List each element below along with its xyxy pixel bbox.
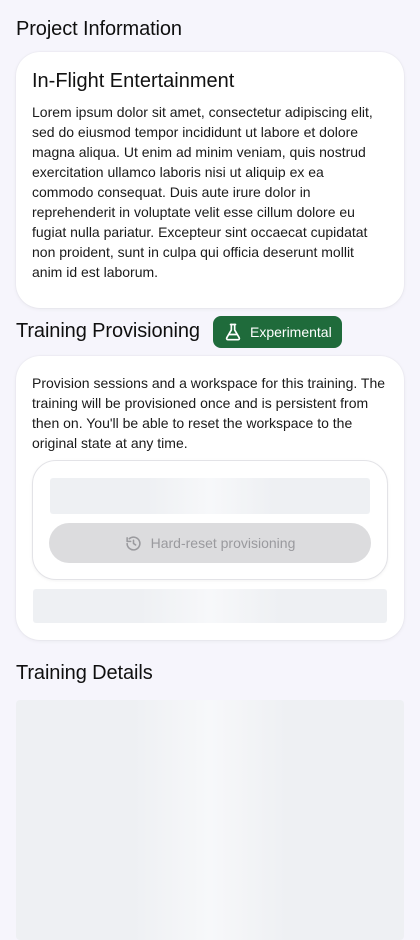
project-information-heading: Project Information xyxy=(16,18,182,40)
experimental-badge-label: Experimental xyxy=(250,324,332,340)
hard-reset-provisioning-label: Hard-reset provisioning xyxy=(150,535,296,551)
provisioning-controls-card: Hard-reset provisioning xyxy=(32,460,388,580)
provisioning-card: Provision sessions and a workspace for t… xyxy=(16,356,404,640)
training-provisioning-heading: Training Provisioning xyxy=(16,320,200,342)
flask-icon xyxy=(223,322,243,342)
provisioning-status-skeleton xyxy=(50,478,370,514)
hard-reset-provisioning-button[interactable]: Hard-reset provisioning xyxy=(49,523,371,563)
project-description: Lorem ipsum dolor sit amet, consectetur … xyxy=(32,104,373,280)
project-title: In-Flight Entertainment xyxy=(32,70,235,92)
training-details-skeleton xyxy=(16,700,404,940)
provisioning-footer-skeleton xyxy=(33,589,387,623)
provisioning-description: Provision sessions and a workspace for t… xyxy=(32,375,386,451)
project-card: In-Flight Entertainment Lorem ipsum dolo… xyxy=(16,52,404,308)
training-details-heading: Training Details xyxy=(16,662,153,684)
experimental-badge: Experimental xyxy=(213,316,342,348)
history-icon xyxy=(125,535,142,552)
